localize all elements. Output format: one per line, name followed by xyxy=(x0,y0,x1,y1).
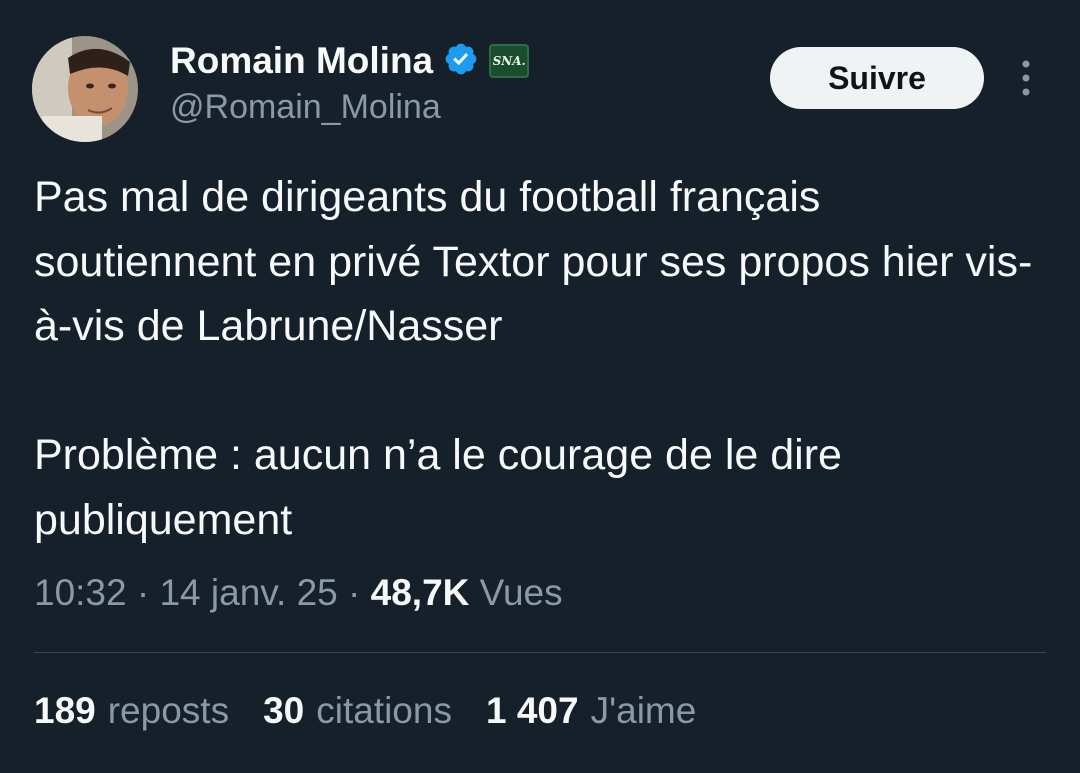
tweet-time[interactable]: 10:32 xyxy=(34,572,127,613)
tweet-date[interactable]: 14 janv. 25 xyxy=(159,572,337,613)
tweet-meta: 10:32 · 14 janv. 25 · 48,7K Vues xyxy=(34,572,563,614)
reposts-label: reposts xyxy=(107,690,230,731)
quotes-stat[interactable]: 30 citations xyxy=(263,690,452,732)
meta-separator: · xyxy=(136,572,150,613)
views-label[interactable]: Vues xyxy=(480,572,563,613)
tweet-paragraph: Pas mal de dirigeants du football frança… xyxy=(34,173,1033,350)
quotes-label: citations xyxy=(316,690,452,731)
avatar[interactable] xyxy=(32,36,138,142)
divider xyxy=(34,652,1046,653)
engagement-stats: 189 reposts 30 citations 1 407 J'aime xyxy=(34,690,696,732)
author-display-name[interactable]: Romain Molina xyxy=(170,40,433,82)
meta-separator: · xyxy=(348,572,361,613)
likes-label: J'aime xyxy=(590,690,697,731)
likes-stat[interactable]: 1 407 J'aime xyxy=(486,690,696,732)
verified-badge-icon xyxy=(443,41,479,82)
tweet-paragraph: Problème : aucun n’a le courage de le di… xyxy=(34,431,842,544)
reposts-stat[interactable]: 189 reposts xyxy=(34,690,229,732)
tweet-text: Pas mal de dirigeants du football frança… xyxy=(34,165,1054,552)
quotes-count: 30 xyxy=(263,690,305,731)
follow-button[interactable]: Suivre xyxy=(770,47,984,109)
more-vertical-icon[interactable] xyxy=(1012,58,1040,98)
likes-count: 1 407 xyxy=(485,690,579,731)
author-handle[interactable]: @Romain_Molina xyxy=(170,88,441,127)
reposts-count: 189 xyxy=(34,690,96,731)
author-name-row: Romain Molina SNA. xyxy=(170,38,530,84)
views-count[interactable]: 48,7K xyxy=(371,572,470,613)
affiliate-badge[interactable]: SNA. xyxy=(489,44,530,78)
